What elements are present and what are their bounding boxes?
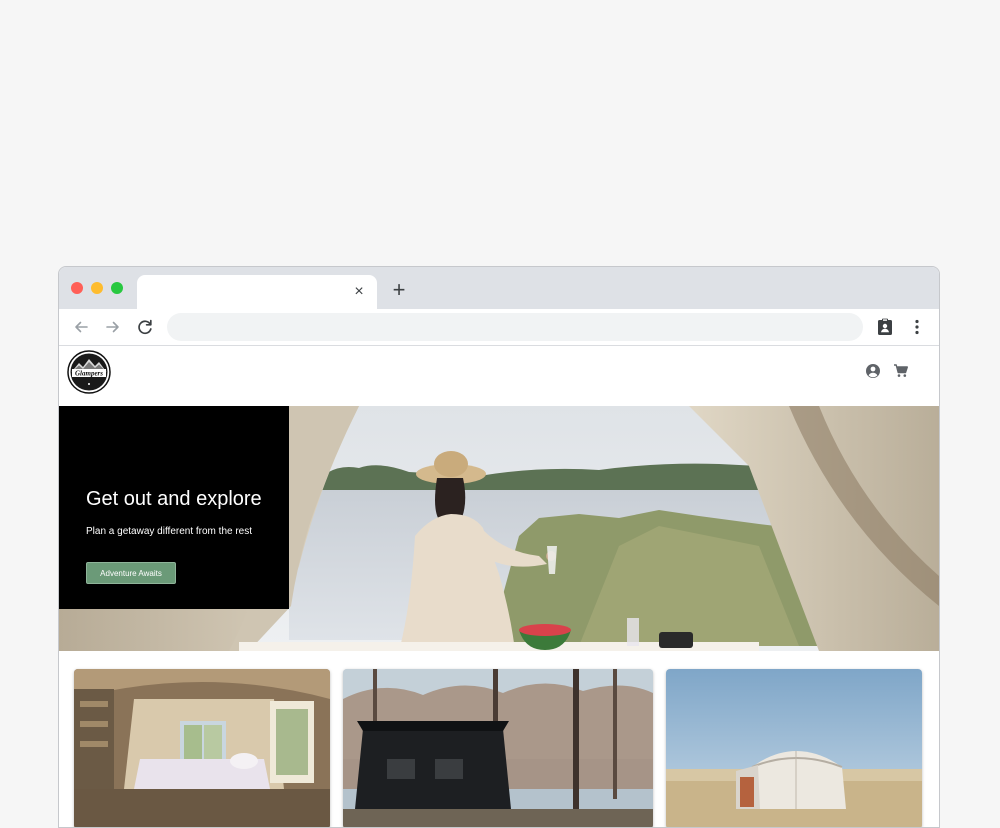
yurt-photo xyxy=(666,669,922,827)
new-tab-button[interactable]: + xyxy=(389,279,409,302)
hero-section: Get out and explore Plan a getaway diffe… xyxy=(59,406,939,651)
zoom-window-button[interactable] xyxy=(111,282,123,294)
card-black-cabin-in-forest[interactable] xyxy=(343,669,653,827)
tab-strip: × + xyxy=(59,267,939,309)
adventure-awaits-button[interactable]: Adventure Awaits xyxy=(86,562,176,584)
account-circle-icon[interactable] xyxy=(865,363,881,379)
browser-window: × + Glampers Get out and explore Plan a … xyxy=(58,266,940,828)
browser-tab[interactable]: × xyxy=(137,275,377,309)
black-cabin-photo xyxy=(343,669,653,827)
hero-title: Get out and explore xyxy=(86,488,262,510)
reload-icon[interactable] xyxy=(135,317,155,337)
site-header: Glampers xyxy=(59,346,939,406)
clipboard-account-icon[interactable] xyxy=(875,317,895,337)
minimize-window-button[interactable] xyxy=(91,282,103,294)
shepherd-hut-photo xyxy=(74,669,330,827)
browser-toolbar xyxy=(59,309,939,346)
hero-subtitle: Plan a getaway different from the rest xyxy=(86,526,253,537)
card-shepherd-hut-interior[interactable] xyxy=(74,669,330,827)
arrow-left-icon[interactable] xyxy=(71,317,91,337)
card-yurt-on-plains[interactable] xyxy=(666,669,922,827)
shopping-cart-icon[interactable] xyxy=(893,363,909,379)
kebab-menu-icon[interactable] xyxy=(907,317,927,337)
address-bar[interactable] xyxy=(167,313,863,341)
logo-wordmark: Glampers xyxy=(75,370,103,378)
close-window-button[interactable] xyxy=(71,282,83,294)
tab-close-icon[interactable]: × xyxy=(349,282,369,302)
cards-row xyxy=(59,651,939,827)
arrow-right-icon[interactable] xyxy=(103,317,123,337)
hero-panel: Get out and explore Plan a getaway diffe… xyxy=(59,406,289,609)
glampers-logo[interactable]: Glampers xyxy=(67,350,111,394)
